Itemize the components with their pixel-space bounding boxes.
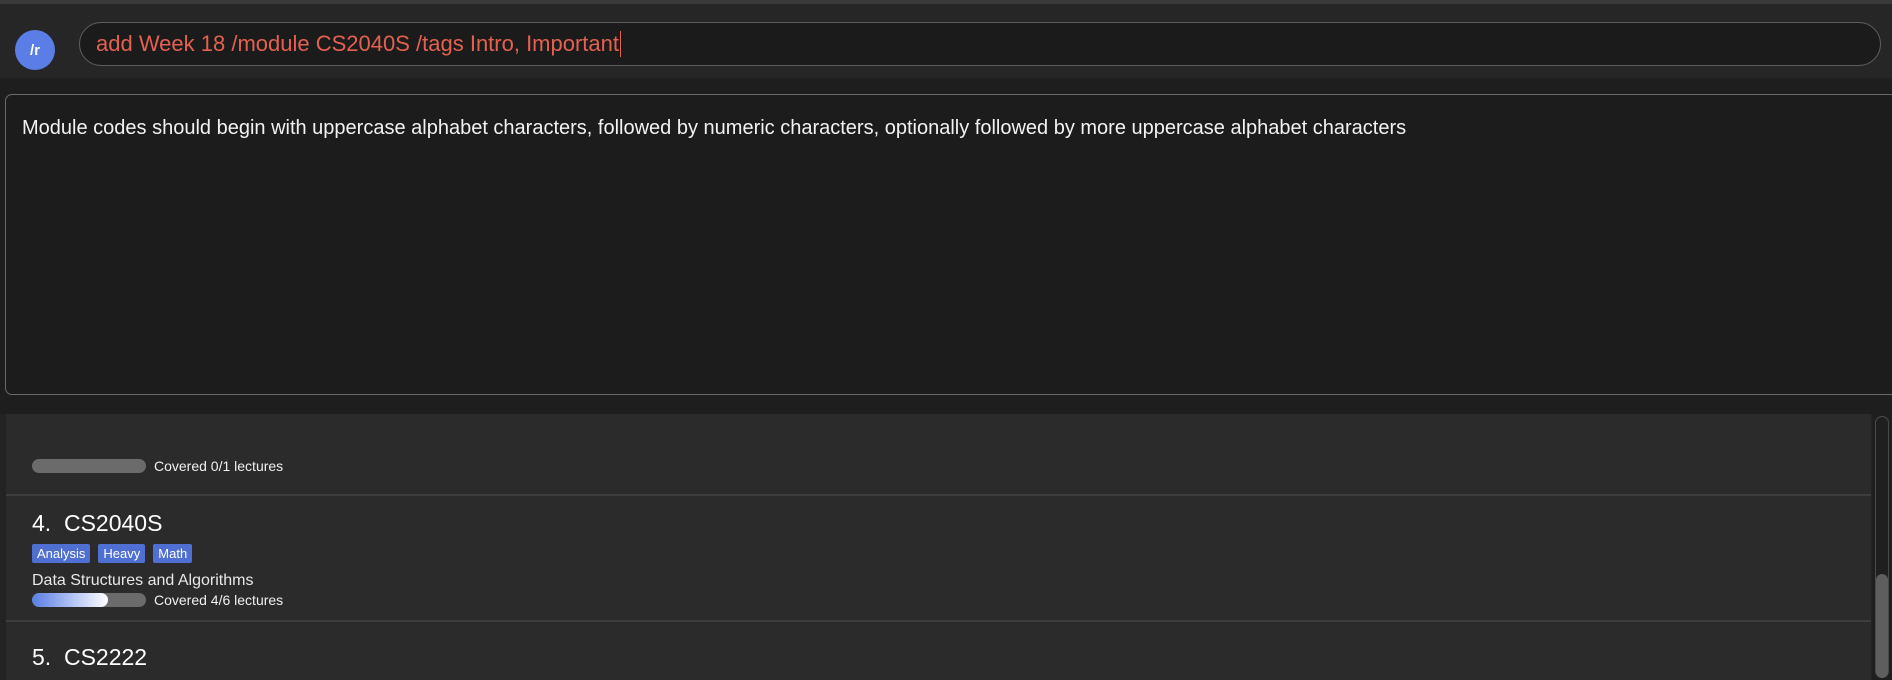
- module-name: Data Structures and Algorithms: [32, 572, 254, 589]
- avatar[interactable]: /r: [15, 30, 55, 70]
- progress-bar: [32, 459, 146, 473]
- progress-fill: [32, 593, 108, 607]
- module-title: 4. CS2040S: [32, 510, 162, 537]
- tag: Math: [153, 544, 193, 563]
- tag: Analysis: [32, 544, 91, 563]
- result-message: Module codes should begin with uppercase…: [22, 117, 1407, 139]
- module-index: 5.: [32, 644, 52, 670]
- command-bar: /r add Week 18 /module CS2040S /tags Int…: [0, 4, 1892, 78]
- result-display: Module codes should begin with uppercase…: [5, 94, 1892, 395]
- text-caret: [620, 31, 622, 57]
- command-input[interactable]: add Week 18 /module CS2040S /tags Intro,…: [79, 22, 1881, 66]
- module-list: Covered 0/1 lectures 4. CS2040S Analysis…: [0, 414, 1892, 680]
- progress-label: Covered 0/1 lectures: [154, 458, 284, 474]
- tag-list: Analysis Heavy Math: [32, 544, 193, 563]
- module-card[interactable]: Covered 0/1 lectures: [6, 414, 1871, 496]
- command-input-text: add Week 18 /module CS2040S /tags Intro,…: [96, 31, 620, 56]
- progress-bar: [32, 593, 146, 607]
- module-code: CS2040S: [63, 510, 163, 536]
- progress-label: Covered 4/6 lectures: [154, 592, 284, 608]
- module-card[interactable]: 4. CS2040S Analysis Heavy Math Data Stru…: [6, 496, 1871, 622]
- module-card[interactable]: 5. CS2222: [6, 622, 1871, 680]
- module-title: 5. CS2222: [32, 644, 147, 671]
- scrollbar-thumb[interactable]: [1876, 574, 1888, 678]
- progress-row: Covered 4/6 lectures: [32, 592, 283, 608]
- module-code: CS2222: [63, 644, 148, 670]
- list-scrollbar[interactable]: [1872, 414, 1892, 680]
- progress-row: Covered 0/1 lectures: [32, 458, 283, 474]
- tag: Heavy: [98, 544, 146, 563]
- module-index: 4.: [32, 510, 52, 536]
